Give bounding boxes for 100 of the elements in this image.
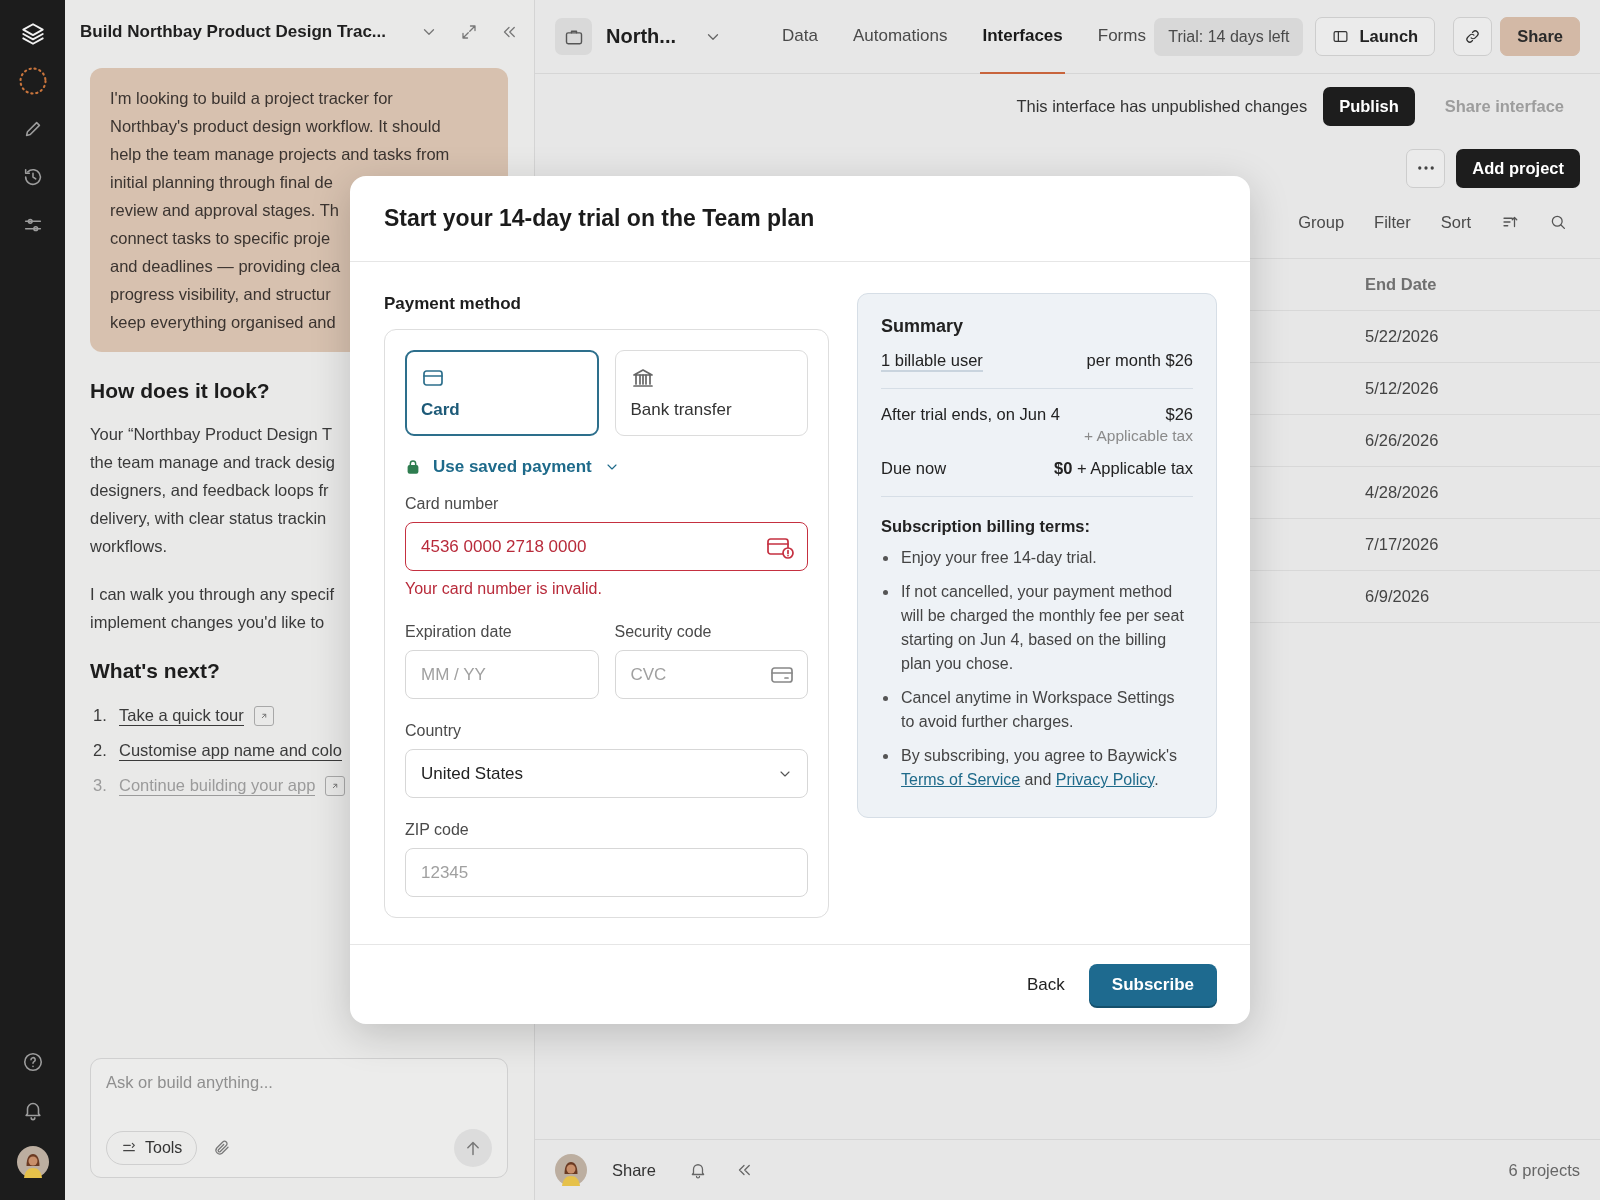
message-line: initial planning through final de (110, 172, 333, 193)
text-line: I can walk you through any specif (90, 584, 334, 605)
view-control[interactable]: Sort (1440, 212, 1471, 232)
price-text: $26 (1165, 405, 1193, 424)
billable-users-link[interactable]: 1 billable user (881, 351, 983, 372)
expiration-field[interactable]: MM / YY (405, 650, 599, 699)
paperclip-icon[interactable] (213, 1139, 232, 1157)
table-cell: 4/28/2026 (1365, 483, 1439, 502)
section-heading: Payment method (384, 293, 522, 315)
term-text: Enjoy your free 14-day trial. (901, 548, 1097, 568)
card-option[interactable]: Card (405, 350, 599, 436)
link-icon (1464, 28, 1482, 45)
due-amount: $0 + Applicable tax (1054, 459, 1193, 478)
country-select[interactable]: United States (405, 749, 808, 798)
view-control[interactable]: Filter (1374, 212, 1411, 232)
nav-tab[interactable]: Data (780, 0, 820, 74)
zip-code-field[interactable]: 12345 (405, 848, 808, 897)
nav-tab[interactable]: Automations (850, 0, 950, 74)
field-label: Country (405, 721, 463, 741)
error-message: Your card number is invalid. (405, 580, 603, 599)
more-icon (1417, 166, 1434, 170)
lock-icon (405, 459, 421, 475)
policy-link[interactable]: Terms of Service (901, 771, 1021, 788)
send-button[interactable] (454, 1129, 492, 1167)
due-now-label: Due now (881, 459, 947, 478)
step-number: 1. (93, 706, 108, 725)
field-label: Security code (614, 622, 713, 642)
text-line: designers, and feedback loops fr (90, 480, 329, 501)
project-count: 6 projects (1508, 1160, 1580, 1180)
share-link[interactable]: Share (612, 1160, 657, 1180)
step-number: 2. (93, 741, 108, 760)
briefcase-icon[interactable] (555, 18, 592, 55)
bullet-icon (883, 556, 888, 561)
avatar-icon (16, 1146, 49, 1178)
bullet-icon (883, 754, 888, 759)
tax-note: + Applicable tax (1084, 427, 1193, 444)
price-text: per month $26 (1086, 351, 1193, 370)
saved-payment-link[interactable]: Use saved payment (433, 457, 592, 477)
trial-badge: Trial: 14 days left (1154, 17, 1304, 56)
terms-heading: Subscription billing terms: (881, 517, 1091, 536)
external-link-icon (253, 705, 274, 726)
term-text: If not cancelled, your payment method will be charged the monthly fee per seat starting on Jun 4, based on the billing plan you chose. (901, 582, 1185, 674)
chat-input-field[interactable]: Ask or build anything... Tools (90, 1058, 508, 1178)
back-button[interactable]: Back (1027, 974, 1065, 995)
field-label: ZIP code (405, 820, 470, 840)
step-link[interactable]: Customise app name and colo (119, 740, 342, 761)
summary-heading: Summary (881, 316, 965, 337)
text-line: the team manage and track desig (90, 452, 335, 473)
message-line: review and approval stages. Th (110, 200, 339, 221)
message-line: Northbay's product design workflow. It should (110, 116, 441, 137)
copy-link-button[interactable] (1453, 17, 1493, 56)
policy-link[interactable]: Privacy Policy (1055, 771, 1155, 788)
layers-icon[interactable] (19, 21, 46, 47)
table-cell: 6/26/2026 (1365, 431, 1439, 450)
text-line: implement changes you'd like to (90, 612, 325, 633)
chat-title: Build Northbay Product Design Trac... (80, 22, 388, 42)
field-label: Card number (405, 494, 500, 514)
text-line: delivery, with clear status trackin (90, 508, 327, 529)
unpublished-message: This interface has unpublished changes (1016, 96, 1308, 116)
nav-tab[interactable]: Forms (1095, 0, 1148, 74)
field-label: Expiration date (405, 622, 513, 642)
security-code-field[interactable]: CVC (614, 650, 808, 699)
table-cell: 7/17/2026 (1365, 535, 1439, 554)
external-link-icon (325, 775, 346, 796)
publish-button[interactable]: Publish (1323, 86, 1415, 126)
step-link[interactable]: Take a quick tour (119, 705, 244, 726)
search-icon[interactable] (1549, 213, 1567, 231)
text-line: workflows. (90, 536, 167, 557)
message-line: progress visibility, and structur (110, 284, 331, 305)
launch-button[interactable]: Launch (1315, 17, 1436, 56)
subscribe-button[interactable]: Subscribe (1088, 963, 1217, 1006)
nav-tab[interactable]: Interfaces (980, 0, 1065, 74)
dotted-circle-icon[interactable] (17, 66, 48, 96)
add-project-button[interactable]: Add project (1456, 148, 1580, 188)
tools-button[interactable]: Tools (106, 1131, 198, 1165)
step-number: 3. (93, 776, 108, 795)
bullet-icon (883, 696, 888, 701)
table-cell: 5/22/2026 (1365, 327, 1439, 346)
bank-icon (630, 366, 655, 390)
card-number-field[interactable]: 4536 0000 2718 0000 (405, 522, 808, 571)
view-control[interactable]: Group (1298, 212, 1345, 232)
bank-transfer-option[interactable]: Bank transfer (614, 350, 808, 436)
term-text: By subscribing, you agree to Baywick's Terms of Service and Privacy Policy. (901, 746, 1179, 790)
share-button[interactable]: Share (1500, 17, 1580, 56)
trial-end-label: After trial ends, on Jun 4 (881, 405, 1060, 424)
section-heading: What's next? (90, 658, 220, 684)
message-line: I'm looking to build a project tracker for (110, 88, 393, 109)
section-heading: How does it look? (90, 378, 270, 404)
text-line: Your “Northbay Product Design T (90, 424, 333, 445)
panel-icon (1332, 28, 1350, 45)
app-name: North... (606, 25, 676, 48)
column-header: End Date (1365, 275, 1437, 294)
avatar-icon (555, 1154, 587, 1186)
bullet-icon (883, 590, 888, 595)
expand-icon[interactable] (460, 23, 478, 41)
table-cell: 6/9/2026 (1365, 587, 1430, 606)
modal-title: Start your 14-day trial on the Team plan (384, 205, 815, 232)
message-line: and deadlines — providing clea (110, 256, 341, 277)
term-text: Cancel anytime in Workspace Settings to avoid further charges. (901, 688, 1176, 732)
help-icon[interactable] (21, 1051, 44, 1073)
